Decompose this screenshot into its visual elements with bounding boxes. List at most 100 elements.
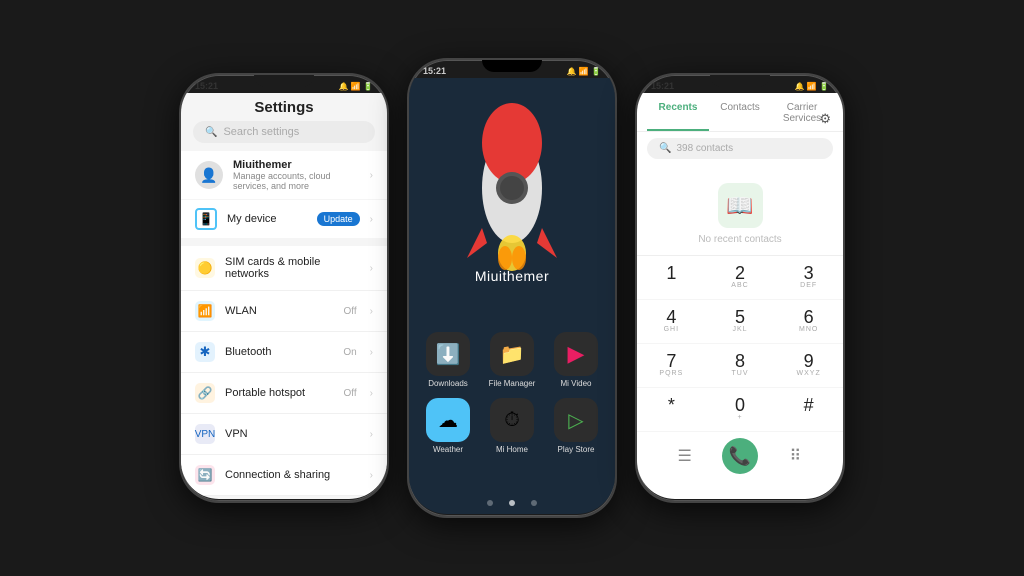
vpn-label: VPN — [225, 428, 360, 440]
bluetooth-label: Bluetooth — [225, 346, 333, 358]
play-store-label: Play Store — [558, 445, 595, 454]
device-icon: 📱 — [195, 208, 217, 230]
app-downloads[interactable]: ⬇️ Downloads — [421, 332, 475, 388]
dial-key-6[interactable]: 6 MNO — [774, 300, 843, 344]
downloads-label: Downloads — [428, 379, 468, 388]
phone-settings: 15:21 🔔 📶 🔋 Settings 🔍 Search settings 👤… — [179, 73, 389, 503]
status-icons-3: 🔔 📶 🔋 — [795, 82, 829, 91]
vpn-icon: VPN — [195, 424, 215, 444]
time-1: 15:21 — [195, 81, 218, 91]
app-play-store[interactable]: ▷ Play Store — [549, 398, 603, 454]
dock-dot-3 — [531, 500, 537, 506]
settings-item-wlan[interactable]: 📶 WLAN Off › — [181, 291, 387, 332]
mi-home-icon: ⏱ — [490, 398, 534, 442]
dial-num-1: 1 — [666, 264, 676, 282]
dial-actions: ☰ 📞 ⠿ — [637, 432, 843, 480]
sim-icon: 🟡 — [195, 258, 215, 278]
dial-letters-2: ABC — [731, 282, 748, 291]
downloads-icon: ⬇️ — [426, 332, 470, 376]
mi-video-icon: ▶ — [554, 332, 598, 376]
avatar: 👤 — [195, 161, 223, 189]
dial-num-hash: # — [804, 396, 814, 414]
hotspot-value: Off — [344, 388, 357, 399]
gear-button[interactable]: ⚙ — [819, 111, 831, 127]
notch-3 — [710, 75, 770, 87]
dial-key-9[interactable]: 9 WXYZ — [774, 344, 843, 388]
dial-key-8[interactable]: 8 TUV — [706, 344, 775, 388]
dial-key-7[interactable]: 7 PQRS — [637, 344, 706, 388]
weather-icon: ☁ — [426, 398, 470, 442]
settings-item-connection[interactable]: 🔄 Connection & sharing › — [181, 455, 387, 496]
weather-label: Weather — [433, 445, 463, 454]
call-button[interactable]: 📞 — [722, 438, 758, 474]
dial-key-0[interactable]: 0 + — [706, 388, 775, 432]
dial-key-3[interactable]: 3 DEF — [774, 256, 843, 300]
dial-num-3: 3 — [804, 264, 814, 282]
wlan-chevron: › — [370, 306, 373, 317]
phone-dialer: 15:21 🔔 📶 🔋 ⚙ Recents Contacts Carrier S… — [635, 73, 845, 503]
hotspot-chevron: › — [370, 388, 373, 399]
contacts-count: 398 contacts — [676, 143, 733, 154]
search-placeholder: Search settings — [223, 126, 299, 138]
dial-key-1[interactable]: 1 — [637, 256, 706, 300]
settings-item-sim[interactable]: 🟡 SIM cards & mobile networks › — [181, 246, 387, 291]
update-badge[interactable]: Update — [317, 212, 360, 226]
dial-key-4[interactable]: 4 GHI — [637, 300, 706, 344]
dial-key-hash[interactable]: # — [774, 388, 843, 432]
wlan-value: Off — [344, 306, 357, 317]
phone-launcher: 15:21 🔔 📶 🔋 Miuith — [407, 58, 617, 518]
settings-item-bluetooth[interactable]: ✱ Bluetooth On › — [181, 332, 387, 373]
device-chevron: › — [370, 214, 373, 225]
bluetooth-chevron: › — [370, 347, 373, 358]
search-bar[interactable]: 🔍 Search settings — [193, 121, 375, 143]
time-3: 15:21 — [651, 81, 674, 91]
phone-search-bar[interactable]: 🔍 398 contacts — [647, 138, 833, 159]
dial-key-5[interactable]: 5 JKL — [706, 300, 775, 344]
keypad-toggle-button[interactable]: ⠿ — [777, 438, 813, 474]
settings-list: 🟡 SIM cards & mobile networks › 📶 WLAN O… — [181, 246, 387, 496]
account-row[interactable]: 👤 Miuithemer Manage accounts, cloud serv… — [181, 151, 387, 199]
account-name: Miuithemer — [233, 159, 360, 171]
app-mi-home[interactable]: ⏱ Mi Home — [485, 398, 539, 454]
account-sub: Manage accounts, cloud services, and mor… — [233, 171, 360, 191]
settings-item-vpn[interactable]: VPN VPN › — [181, 414, 387, 455]
time-2: 15:21 — [423, 66, 446, 76]
hotspot-label: Portable hotspot — [225, 387, 334, 399]
voicemail-button[interactable]: ☰ — [667, 438, 703, 474]
phone-search-icon: 🔍 — [659, 143, 671, 154]
mi-home-label: Mi Home — [496, 445, 528, 454]
no-contacts-area: 📖 No recent contacts — [637, 165, 843, 255]
dock-dot-1 — [487, 500, 493, 506]
tab-recents[interactable]: Recents — [647, 97, 709, 131]
app-file-manager[interactable]: 📁 File Manager — [485, 332, 539, 388]
dial-pad: 1 2 ABC 3 DEF 4 GHI 5 JKL 6 MNO — [637, 255, 843, 432]
dial-num-5: 5 — [735, 308, 745, 326]
launcher-screen: Miuithemer ✦ ✦ ⬇️ Downloads 📁 File Manag… — [409, 78, 615, 514]
mi-video-label: Mi Video — [561, 379, 592, 388]
app-weather[interactable]: ☁ Weather — [421, 398, 475, 454]
dial-num-star: * — [668, 396, 675, 414]
app-mi-video[interactable]: ▶ Mi Video — [549, 332, 603, 388]
dial-letters-6: MNO — [799, 326, 818, 335]
tab-contacts[interactable]: Contacts — [709, 97, 771, 131]
dock-dot-2 — [509, 500, 515, 506]
dial-letters-7: PQRS — [659, 370, 683, 379]
dial-key-2[interactable]: 2 ABC — [706, 256, 775, 300]
connection-icon: 🔄 — [195, 465, 215, 485]
settings-item-hotspot[interactable]: 🔗 Portable hotspot Off › — [181, 373, 387, 414]
settings-screen: Settings 🔍 Search settings 👤 Miuithemer … — [181, 93, 387, 499]
file-manager-label: File Manager — [489, 379, 536, 388]
hotspot-icon: 🔗 — [195, 383, 215, 403]
device-row[interactable]: 📱 My device Update › — [181, 200, 387, 238]
bluetooth-icon: ✱ — [195, 342, 215, 362]
play-store-icon: ▷ — [554, 398, 598, 442]
dial-num-0: 0 — [735, 396, 745, 414]
account-info: Miuithemer Manage accounts, cloud servic… — [233, 159, 360, 191]
connection-chevron: › — [370, 470, 373, 481]
dial-key-star[interactable]: * — [637, 388, 706, 432]
contacts-book-icon: 📖 — [718, 183, 763, 228]
connection-label: Connection & sharing — [225, 469, 360, 481]
sim-chevron: › — [370, 263, 373, 274]
wlan-icon: 📶 — [195, 301, 215, 321]
launcher-app-name: Miuithemer — [409, 268, 615, 284]
